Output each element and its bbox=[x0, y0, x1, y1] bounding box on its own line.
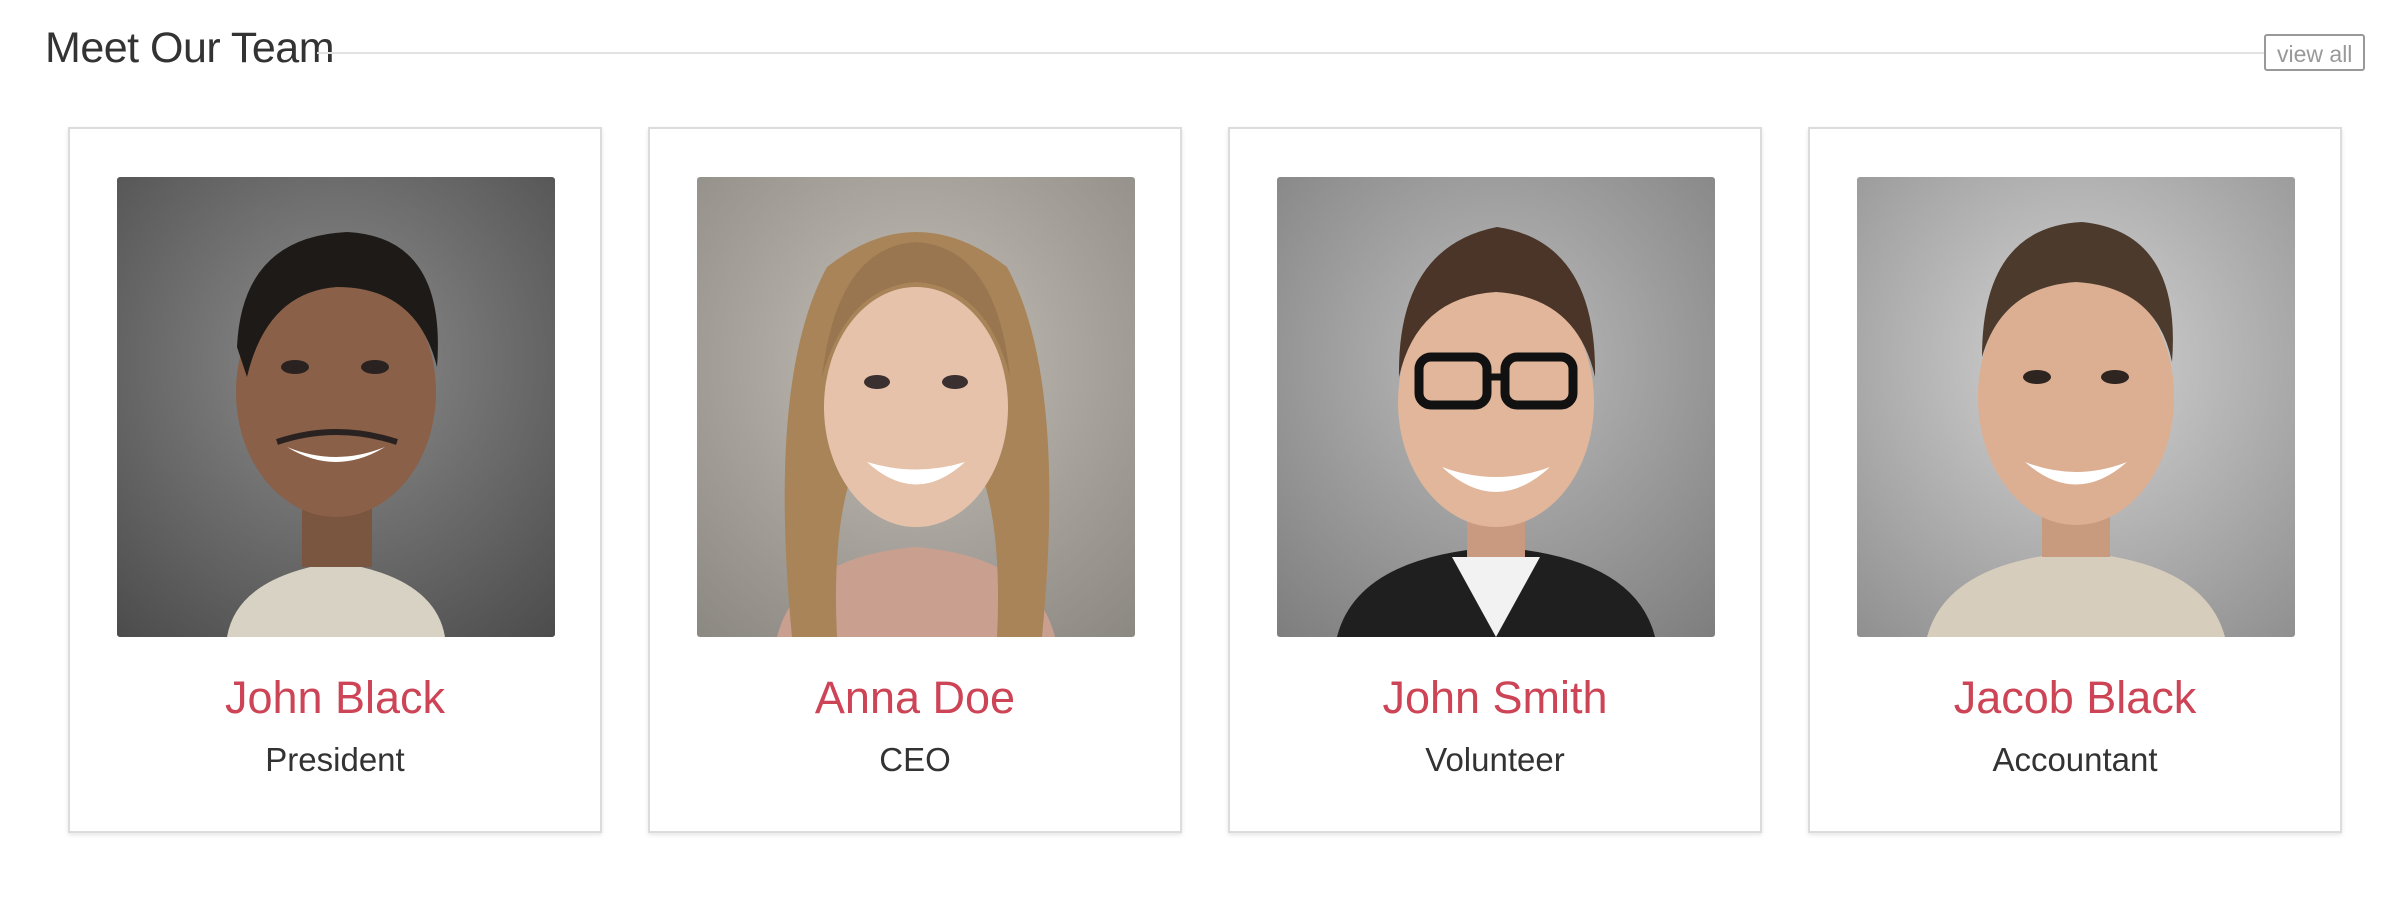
portrait-image bbox=[1857, 177, 2295, 637]
member-role: Accountant bbox=[1992, 741, 2158, 778]
member-card: Jacob Black Accountant bbox=[1808, 127, 2342, 833]
header-divider bbox=[317, 52, 2287, 54]
portrait-image bbox=[117, 177, 555, 637]
member-photo[interactable] bbox=[1857, 177, 2295, 637]
member-role: CEO bbox=[879, 741, 951, 778]
section-title: Meet Our Team bbox=[45, 24, 335, 72]
member-name[interactable]: Jacob Black bbox=[1810, 670, 2340, 726]
member-card: Anna Doe CEO bbox=[648, 127, 1182, 833]
team-grid: John Black President Anna Doe CEO John S… bbox=[68, 127, 2348, 837]
member-role: Volunteer bbox=[1425, 741, 1565, 778]
portrait-image bbox=[1277, 177, 1715, 637]
member-photo[interactable] bbox=[1277, 177, 1715, 637]
member-card: John Black President bbox=[68, 127, 602, 833]
member-name[interactable]: John Black bbox=[70, 670, 600, 726]
member-role: President bbox=[265, 741, 405, 778]
portrait-image bbox=[697, 177, 1135, 637]
member-name[interactable]: Anna Doe bbox=[650, 670, 1180, 726]
member-photo[interactable] bbox=[697, 177, 1135, 637]
view-all-button[interactable]: view all bbox=[2264, 34, 2366, 71]
section-header: Meet Our Team view all bbox=[45, 18, 2367, 78]
member-card: John Smith Volunteer bbox=[1228, 127, 1762, 833]
member-name[interactable]: John Smith bbox=[1230, 670, 1760, 726]
member-photo[interactable] bbox=[117, 177, 555, 637]
